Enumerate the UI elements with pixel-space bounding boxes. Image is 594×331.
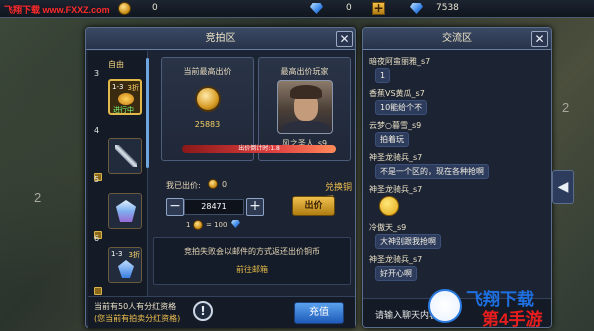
coin-icon	[193, 220, 203, 230]
gem-value: 0	[346, 3, 352, 13]
auction-title: 竞拍区	[86, 28, 355, 50]
auction-slot[interactable]: 1-3 3折	[108, 247, 142, 283]
slot-index: 4	[94, 126, 100, 135]
chat-sender: 暗夜阿蛮丽雅_s7	[369, 57, 431, 66]
slot-index: 5	[94, 175, 100, 184]
crystal-icon	[116, 200, 136, 222]
current-bid-value: 25883	[194, 120, 221, 129]
rate-left: 1	[186, 221, 191, 229]
current-bid-label: 当前最高出价	[183, 67, 232, 76]
gem-icon	[310, 3, 323, 14]
background-number: 2	[34, 190, 42, 205]
dividend-status-text: (您当前有拍卖分红资格)	[94, 314, 181, 323]
chat-title: 交流区	[363, 28, 551, 50]
watermark-logo: 飞翔下载 第4手游	[426, 283, 592, 329]
chat-bubble: 大神别跟我抢啊	[375, 234, 441, 249]
coin-icon	[118, 2, 131, 15]
slot-index: 6	[94, 234, 100, 243]
chat-sender: 神圣龙骑兵_s7	[369, 185, 423, 194]
chat-sender: 香蕉VS黄瓜_s7	[369, 89, 425, 98]
slot-discount: 3折	[128, 251, 140, 259]
logo-line2: 第4手游	[482, 310, 543, 329]
auction-close-button[interactable]: ✕	[336, 31, 353, 47]
slot-status: 进行中	[113, 106, 134, 114]
my-bid-label: 我已出价:	[166, 181, 201, 190]
bid-quantity-input[interactable]: 28471	[184, 199, 244, 215]
add-resource-button[interactable]: +	[372, 2, 385, 15]
auction-item-list[interactable]: 自由 3 1-3 3折 进行中 4 5 6 1-3 3折	[88, 51, 148, 296]
coin-icon	[195, 86, 221, 112]
chat-bubble: 拍着玩	[375, 132, 409, 147]
logo-emblem-icon	[428, 289, 462, 323]
gem-icon	[231, 220, 240, 228]
dividend-count-text: 当前有50人有分红资格	[94, 302, 177, 311]
increase-button[interactable]: +	[246, 198, 264, 216]
watermark-text: 飞翔下载 www.FXXZ.com	[4, 5, 110, 15]
background-number: 2	[562, 100, 570, 115]
chat-bubble: 10能给个不	[375, 100, 428, 115]
gem2-icon	[410, 3, 423, 14]
collapse-chat-arrow-icon[interactable]: ◀	[552, 170, 574, 204]
auction-slot-selected[interactable]: 1-3 3折 进行中	[108, 79, 142, 115]
slot-badge: 自由	[108, 60, 124, 69]
info-icon[interactable]: !	[193, 301, 213, 321]
auction-panel: 竞拍区 ✕ 自由 3 1-3 3折 进行中 4 5 6 1-3 3折 当前最高出…	[85, 27, 356, 328]
lock-icon	[94, 287, 102, 295]
coin-value: 0	[152, 3, 158, 13]
dividend-bar: 当前有50人有分红资格 (您当前有拍卖分红资格) ! 充值	[88, 296, 355, 328]
chat-message-list[interactable]: 暗夜阿蛮丽雅_s7 1 香蕉VS黄瓜_s7 10能给个不 云梦○暮雪_s9 拍着…	[369, 54, 545, 298]
bid-button[interactable]: 出价	[292, 196, 335, 216]
chat-bubble: 好开心啊	[375, 266, 417, 281]
decrease-button[interactable]: −	[166, 198, 184, 216]
chat-sender: 神圣龙骑兵_s7	[369, 255, 423, 264]
sword-icon	[115, 145, 137, 167]
slot-level: 1-3	[111, 250, 123, 258]
player-portrait	[277, 80, 333, 134]
my-bid-value: 0	[222, 180, 228, 189]
slot-level: 1-3	[112, 83, 124, 91]
chat-sender: 云梦○暮雪_s9	[369, 121, 422, 130]
item-list-scrollbar[interactable]	[146, 58, 149, 168]
coin-icon	[208, 179, 218, 189]
slot-discount: 3折	[127, 84, 139, 92]
smiley-emoji-icon	[379, 196, 399, 216]
info-box: 竞拍失败会以邮件的方式返还出价铜币 前往邮箱	[153, 237, 351, 285]
auction-slot[interactable]	[108, 193, 142, 229]
top-player-label: 最高出价玩家	[280, 67, 329, 76]
go-to-mailbox-link[interactable]: 前往邮箱	[154, 264, 350, 275]
chat-sender: 神圣龙骑兵_s7	[369, 153, 423, 162]
refund-info-text: 竞拍失败会以邮件的方式返还出价铜币	[184, 247, 320, 256]
chat-bubble: 不是一个区的，现在各种抢啊	[375, 164, 489, 179]
gem2-value: 7538	[436, 3, 459, 13]
chat-close-button[interactable]: ✕	[531, 31, 548, 47]
chat-bubble: 1	[375, 68, 391, 83]
chat-sender: 冷傲天_s9	[369, 223, 407, 232]
auction-slot[interactable]	[108, 138, 142, 174]
rate-right: = 100	[206, 221, 228, 229]
slot-index: 3	[94, 69, 100, 78]
bid-countdown-text: 出价倒计时:1.8	[238, 145, 280, 152]
resource-bar: 飞翔下载 www.FXXZ.com 0 0 + 7538	[0, 0, 594, 18]
shield-icon	[118, 93, 134, 105]
gem-item-icon	[118, 260, 134, 278]
recharge-button[interactable]: 充值	[294, 302, 344, 324]
